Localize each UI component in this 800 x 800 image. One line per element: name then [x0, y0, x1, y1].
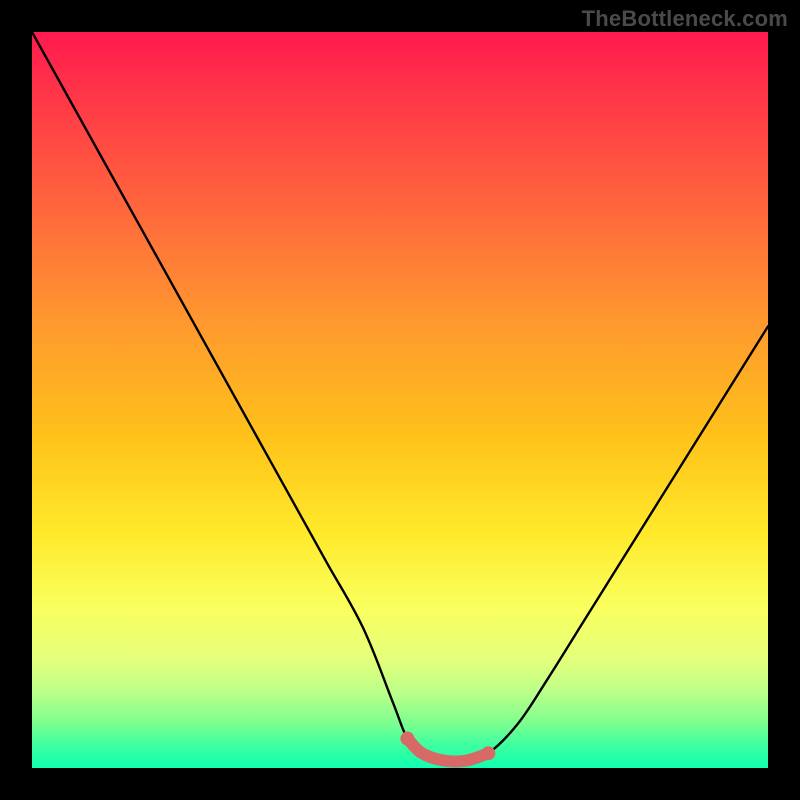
plot-area	[32, 32, 768, 768]
bottleneck-curve-path	[32, 32, 768, 762]
flat-segment-endpoint	[481, 746, 495, 760]
bottleneck-curve-svg	[32, 32, 768, 768]
flat-segment-endpoint	[400, 732, 414, 746]
chart-frame: TheBottleneck.com	[0, 0, 800, 800]
attribution-text: TheBottleneck.com	[582, 6, 788, 32]
optimal-flat-segment-path	[407, 739, 488, 762]
